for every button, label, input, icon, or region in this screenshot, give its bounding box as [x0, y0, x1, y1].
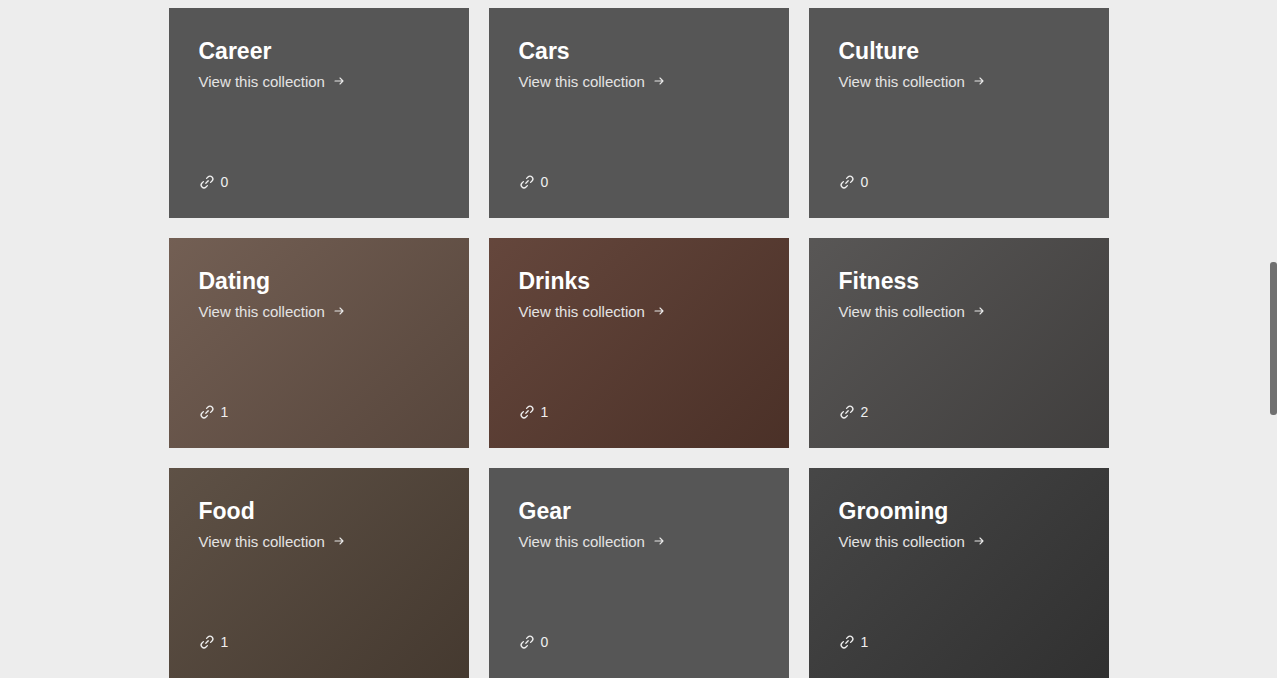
collection-title: Drinks: [519, 268, 759, 294]
scrollbar-thumb[interactable]: [1270, 262, 1277, 415]
view-collection-link[interactable]: View this collection: [839, 302, 1079, 322]
collection-card[interactable]: Dating View this collection 1: [169, 238, 469, 448]
link-count: 0: [839, 174, 1079, 190]
link-count: 0: [199, 174, 439, 190]
arrow-right-icon: [334, 306, 344, 316]
arrow-right-icon: [334, 76, 344, 86]
link-icon: [839, 634, 855, 650]
collection-title: Career: [199, 38, 439, 64]
view-collection-link[interactable]: View this collection: [839, 72, 1079, 92]
view-collection-link[interactable]: View this collection: [519, 532, 759, 552]
view-collection-link[interactable]: View this collection: [199, 72, 439, 92]
collection-card[interactable]: Grooming View this collection 1: [809, 468, 1109, 678]
link-count: 0: [519, 174, 759, 190]
link-count: 0: [519, 634, 759, 650]
link-icon: [199, 634, 215, 650]
view-collection-link[interactable]: View this collection: [839, 532, 1079, 552]
arrow-right-icon: [654, 306, 664, 316]
link-count: 1: [519, 404, 759, 420]
arrow-right-icon: [654, 76, 664, 86]
collection-title: Culture: [839, 38, 1079, 64]
collection-title: Gear: [519, 498, 759, 524]
view-collection-link[interactable]: View this collection: [199, 302, 439, 322]
view-collection-link[interactable]: View this collection: [199, 532, 439, 552]
arrow-right-icon: [334, 536, 344, 546]
view-collection-link[interactable]: View this collection: [519, 302, 759, 322]
arrow-right-icon: [974, 76, 984, 86]
collection-card[interactable]: Gear View this collection 0: [489, 468, 789, 678]
link-icon: [519, 174, 535, 190]
collection-card[interactable]: Career View this collection 0: [169, 8, 469, 218]
link-count: 1: [199, 634, 439, 650]
collection-card[interactable]: Food View this collection 1: [169, 468, 469, 678]
arrow-right-icon: [974, 536, 984, 546]
link-icon: [839, 174, 855, 190]
link-icon: [199, 404, 215, 420]
collection-card[interactable]: Culture View this collection 0: [809, 8, 1109, 218]
view-collection-link[interactable]: View this collection: [519, 72, 759, 92]
collection-card[interactable]: Fitness View this collection 2: [809, 238, 1109, 448]
collection-title: Dating: [199, 268, 439, 294]
collection-grid: Career View this collection 0 Cars View this…: [169, 8, 1109, 678]
link-icon: [519, 404, 535, 420]
collection-card[interactable]: Drinks View this collection 1: [489, 238, 789, 448]
arrow-right-icon: [654, 536, 664, 546]
link-icon: [519, 634, 535, 650]
collection-card[interactable]: Cars View this collection 0: [489, 8, 789, 218]
link-count: 2: [839, 404, 1079, 420]
link-count: 1: [839, 634, 1079, 650]
arrow-right-icon: [974, 306, 984, 316]
collection-title: Fitness: [839, 268, 1079, 294]
collection-title: Grooming: [839, 498, 1079, 524]
collections-page: Career View this collection 0 Cars View this…: [0, 0, 1277, 678]
collection-title: Food: [199, 498, 439, 524]
collection-title: Cars: [519, 38, 759, 64]
link-count: 1: [199, 404, 439, 420]
link-icon: [839, 404, 855, 420]
link-icon: [199, 174, 215, 190]
